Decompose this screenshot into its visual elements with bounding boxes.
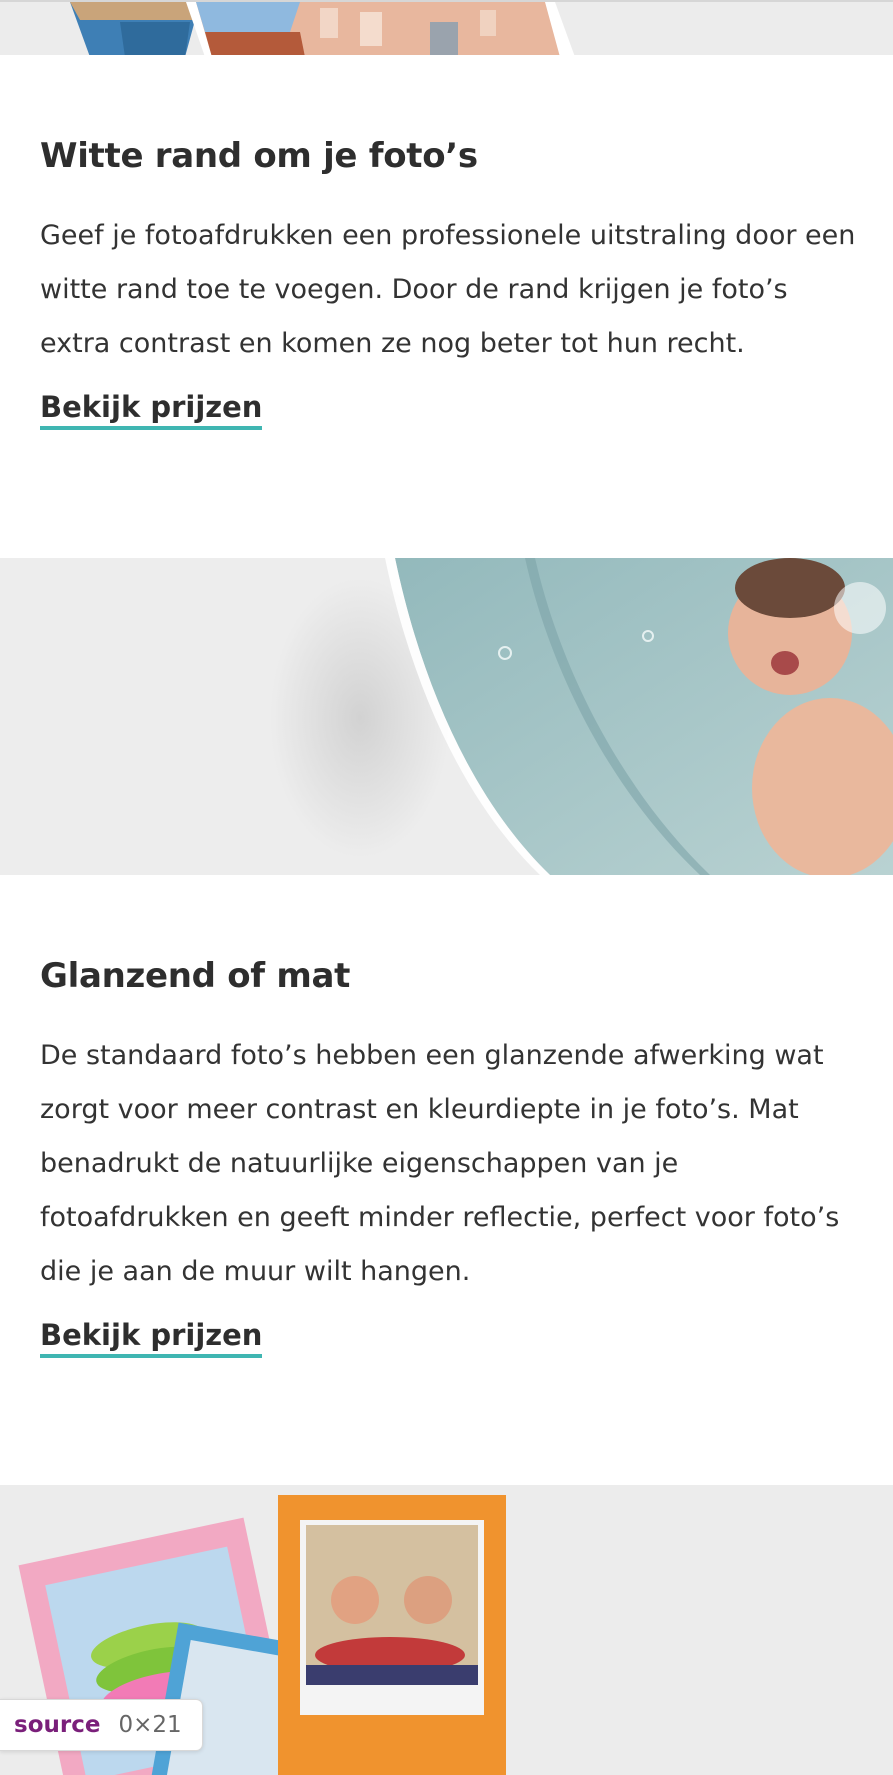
view-prices-link[interactable]: Bekijk prijzen — [40, 389, 263, 430]
source-badge[interactable]: source 0×21 — [0, 1699, 203, 1751]
section-body: De standaard foto’s hebben een glanzende… — [40, 1040, 840, 1287]
source-dimensions: 0×21 — [118, 1712, 182, 1738]
section-heading: Witte rand om je foto’s — [40, 136, 478, 176]
banner-image-houses — [0, 0, 893, 55]
view-prices-link[interactable]: Bekijk prijzen — [40, 1317, 263, 1358]
section-heading: Glanzend of mat — [40, 956, 351, 996]
banner-image-baby-bath — [0, 558, 893, 875]
source-label: source — [14, 1712, 101, 1738]
section-white-border: Witte rand om je foto’s Geef je fotoafdr… — [40, 136, 860, 430]
section-gloss-or-matte: Glanzend of mat De standaard foto’s hebb… — [40, 956, 860, 1358]
section-body: Geef je fotoafdrukken een professionele … — [40, 220, 856, 359]
